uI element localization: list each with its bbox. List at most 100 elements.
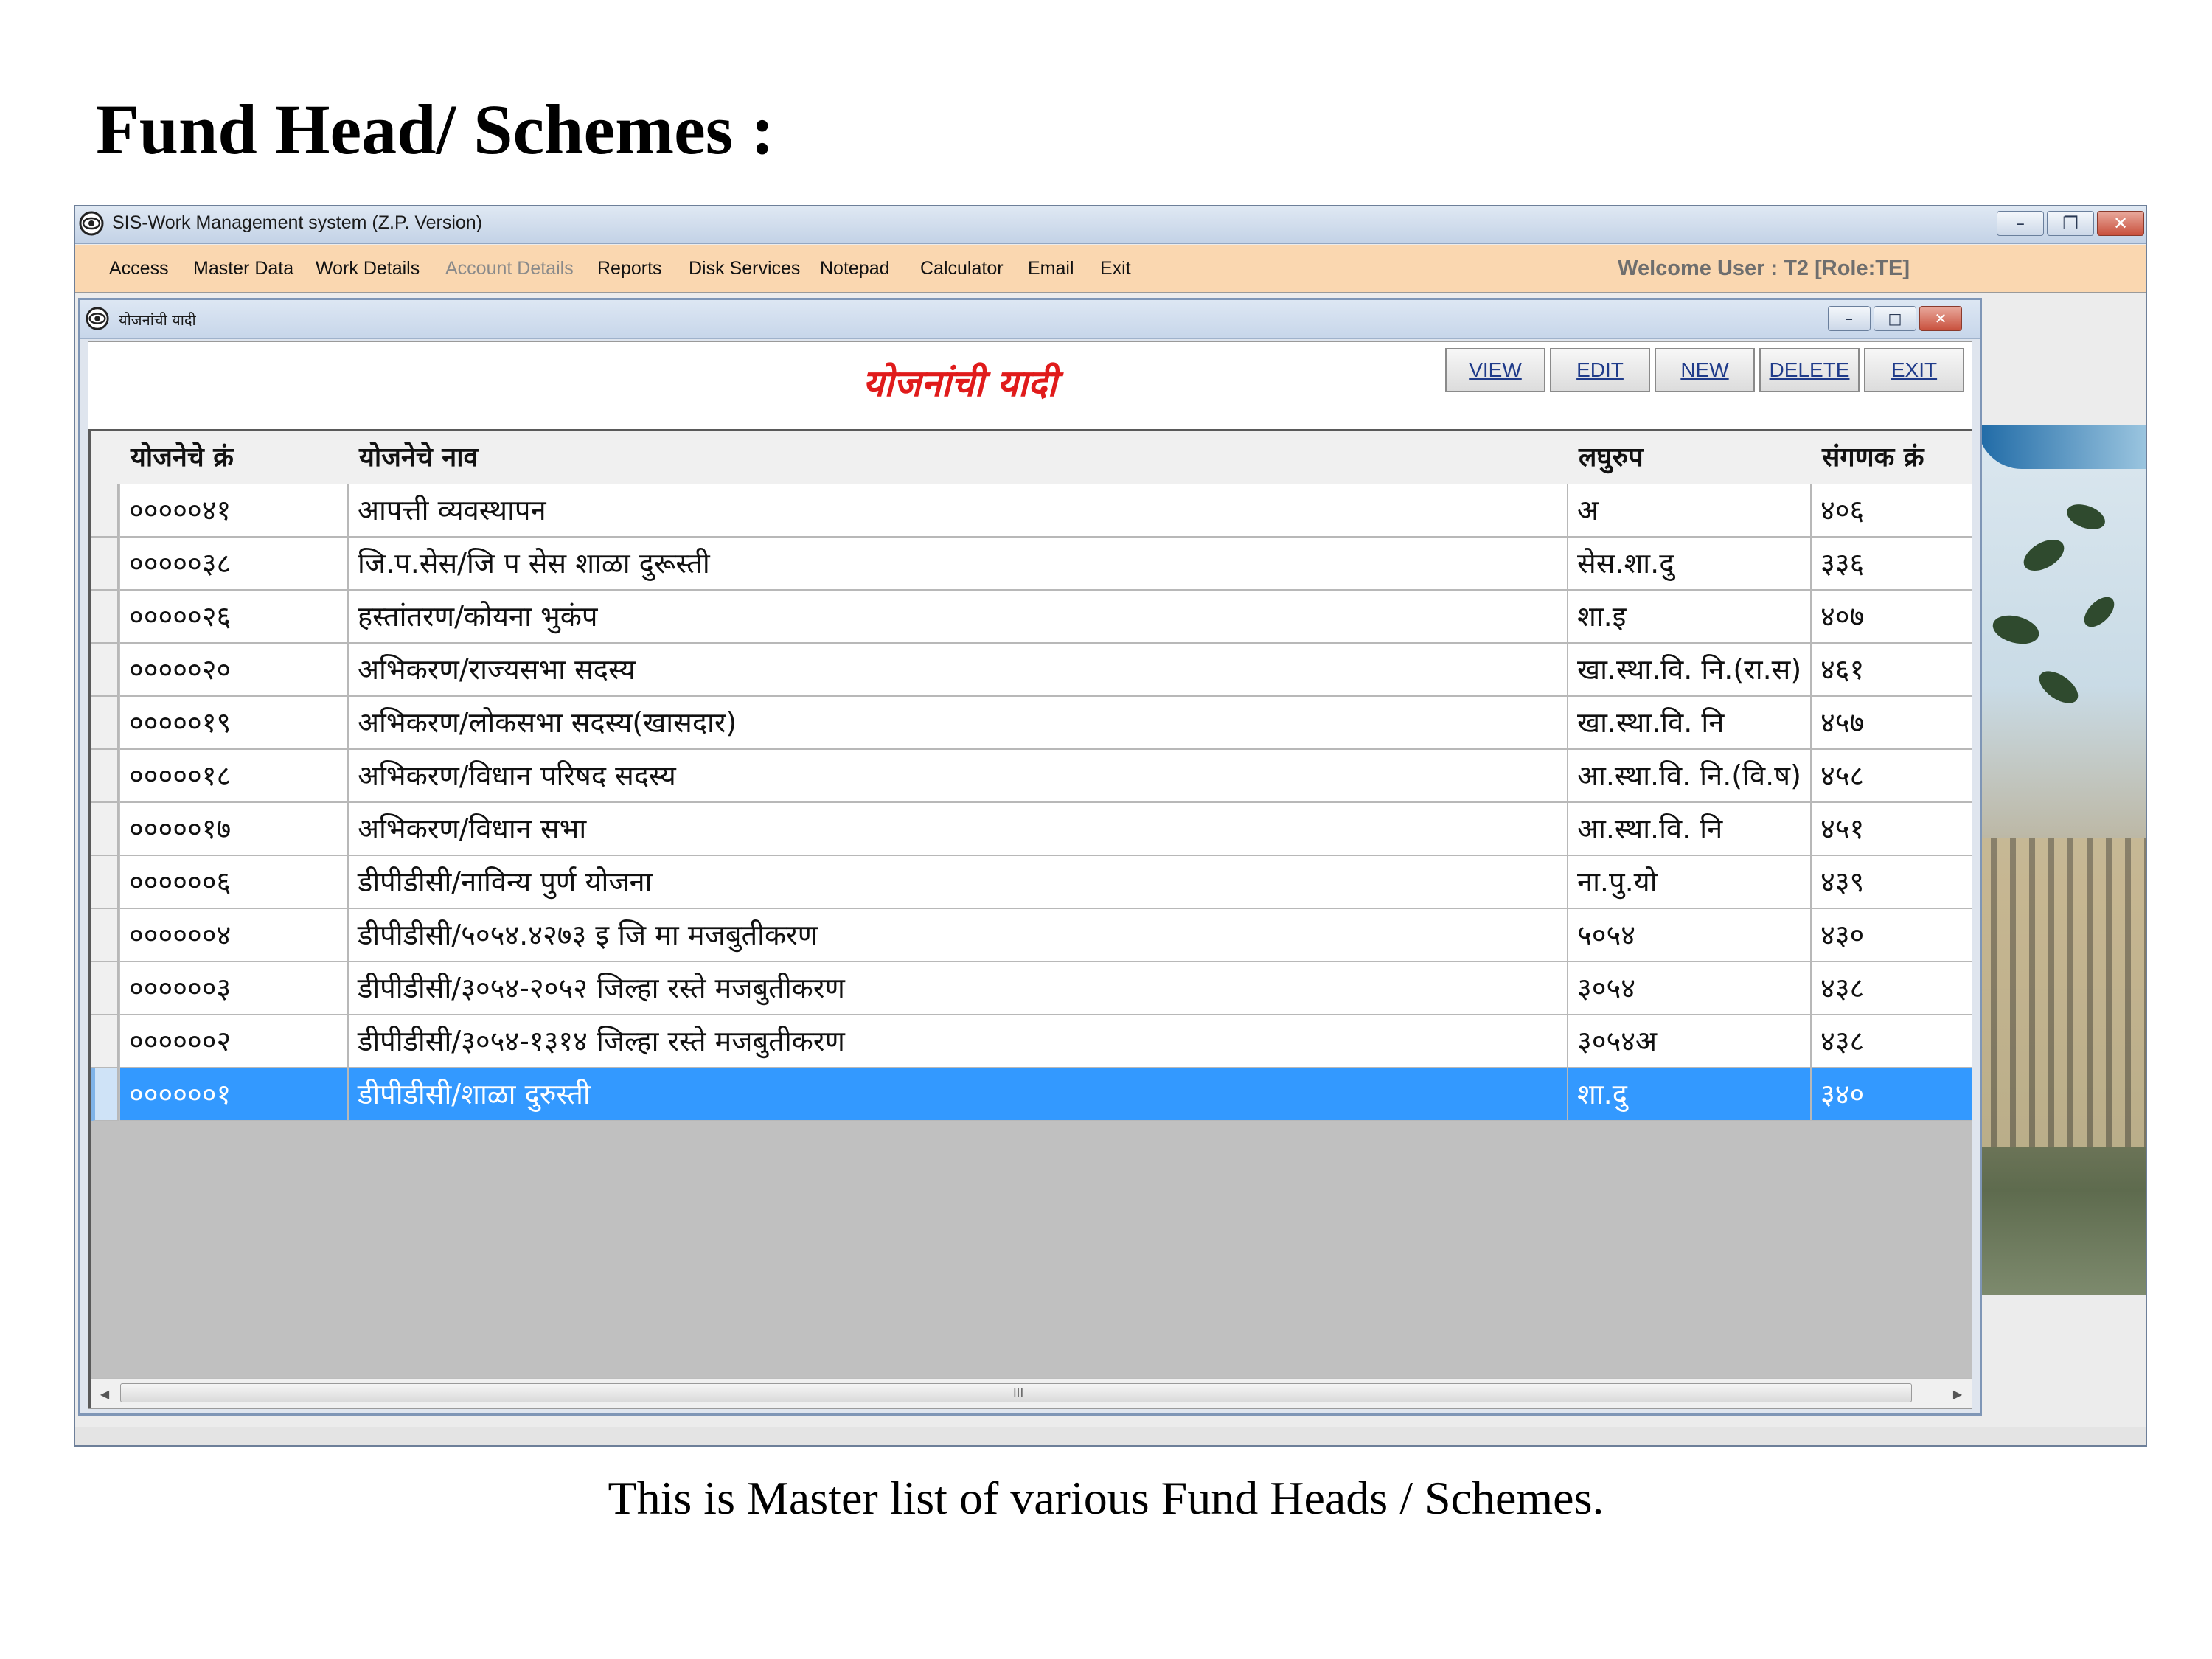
horizontal-scrollbar[interactable]: ◀ III ▶ bbox=[91, 1378, 1972, 1408]
row-selector[interactable] bbox=[91, 538, 119, 591]
cell-computer-no[interactable]: ४५१ bbox=[1812, 803, 1972, 856]
cell-name[interactable]: आपत्ती व्यवस्थापन bbox=[349, 484, 1568, 538]
new-button[interactable]: NEW bbox=[1655, 348, 1755, 392]
cell-computer-no[interactable]: ४३८ bbox=[1812, 1015, 1972, 1068]
scroll-right-icon[interactable]: ▶ bbox=[1944, 1379, 1972, 1408]
cell-computer-no[interactable]: ४६१ bbox=[1812, 644, 1972, 697]
table-row[interactable]: ००००००४ डीपीडीसी/५०५४.४२७३ इ जि मा मजबुती… bbox=[91, 909, 1972, 962]
cell-name[interactable]: डीपीडीसी/शाळा दुरुस्ती bbox=[349, 1068, 1568, 1121]
cell-code[interactable]: ०००००३८ bbox=[120, 538, 349, 591]
cell-computer-no[interactable]: ४५७ bbox=[1812, 697, 1972, 750]
cell-name[interactable]: अभिकरण/राज्यसभा सदस्य bbox=[349, 644, 1568, 697]
cell-name[interactable]: अभिकरण/लोकसभा सदस्य(खासदार) bbox=[349, 697, 1568, 750]
cell-short[interactable]: आ.स्था.वि. नि.(वि.ष) bbox=[1568, 750, 1812, 803]
exit-button[interactable]: EXIT bbox=[1864, 348, 1964, 392]
cell-name[interactable]: डीपीडीसी/३०५४-१३१४ जिल्हा रस्ते मजबुतीकर… bbox=[349, 1015, 1568, 1068]
menu-exit[interactable]: Exit bbox=[1100, 258, 1131, 279]
cell-code[interactable]: ०००००१७ bbox=[120, 803, 349, 856]
scroll-thumb[interactable]: III bbox=[120, 1383, 1912, 1402]
table-row[interactable]: ०००००३८ जि.प.सेस/जि प सेस शाळा दुरूस्ती से… bbox=[91, 538, 1972, 591]
cell-short[interactable]: खा.स्था.वि. नि.(रा.स) bbox=[1568, 644, 1812, 697]
cell-name[interactable]: अभिकरण/विधान परिषद सदस्य bbox=[349, 750, 1568, 803]
column-header-computer-no[interactable]: संगणक क्रं bbox=[1812, 431, 1972, 484]
child-maximize-button[interactable]: □ bbox=[1874, 306, 1916, 331]
cell-name[interactable]: डीपीडीसी/३०५४-२०५२ जिल्हा रस्ते मजबुतीकर… bbox=[349, 962, 1568, 1015]
cell-name[interactable]: डीपीडीसी/नाविन्य पुर्ण योजना bbox=[349, 856, 1568, 909]
table-row[interactable]: ०००००१८ अभिकरण/विधान परिषद सदस्य आ.स्था.वि… bbox=[91, 750, 1972, 803]
table-row[interactable]: ०००००२६ हस्तांतरण/कोयना भुकंप शा.इ ४०७ bbox=[91, 591, 1972, 644]
cell-computer-no[interactable]: ४३८ bbox=[1812, 962, 1972, 1015]
menu-email[interactable]: Email bbox=[1028, 258, 1074, 279]
cell-code[interactable]: ००००००२ bbox=[120, 1015, 349, 1068]
cell-code[interactable]: ०००००२६ bbox=[120, 591, 349, 644]
cell-code[interactable]: ००००००३ bbox=[120, 962, 349, 1015]
menu-disk-services[interactable]: Disk Services bbox=[689, 258, 800, 279]
app-titlebar[interactable]: SIS-Work Management system (Z.P. Version… bbox=[75, 206, 2146, 244]
menu-notepad[interactable]: Notepad bbox=[820, 258, 890, 279]
table-row[interactable]: ०००००१७ अभिकरण/विधान सभा आ.स्था.वि. नि ४५१ bbox=[91, 803, 1972, 856]
menu-calculator[interactable]: Calculator bbox=[920, 258, 1004, 279]
row-selector[interactable] bbox=[91, 697, 119, 750]
child-minimize-button[interactable]: – bbox=[1828, 306, 1871, 331]
cell-code[interactable]: ०००००१९ bbox=[120, 697, 349, 750]
cell-short[interactable]: ५०५४ bbox=[1568, 909, 1812, 962]
child-close-button[interactable]: ✕ bbox=[1919, 306, 1962, 331]
column-header-code[interactable]: योजनेचे क्रं bbox=[120, 431, 349, 484]
row-selector[interactable] bbox=[91, 856, 119, 909]
table-row[interactable]: ००००००२ डीपीडीसी/३०५४-१३१४ जिल्हा रस्ते म… bbox=[91, 1015, 1972, 1068]
cell-short[interactable]: ३०५४अ bbox=[1568, 1015, 1812, 1068]
cell-computer-no[interactable]: ३३६ bbox=[1812, 538, 1972, 591]
cell-computer-no[interactable]: ४०६ bbox=[1812, 484, 1972, 538]
cell-name[interactable]: डीपीडीसी/५०५४.४२७३ इ जि मा मजबुतीकरण bbox=[349, 909, 1568, 962]
cell-name[interactable]: जि.प.सेस/जि प सेस शाळा दुरूस्ती bbox=[349, 538, 1568, 591]
row-selector[interactable] bbox=[91, 750, 119, 803]
row-selector[interactable] bbox=[91, 909, 119, 962]
row-selector[interactable] bbox=[91, 644, 119, 697]
minimize-button[interactable]: – bbox=[1997, 211, 2044, 236]
view-button[interactable]: VIEW bbox=[1445, 348, 1545, 392]
table-row[interactable]: ०००००२० अभिकरण/राज्यसभा सदस्य खा.स्था.वि. … bbox=[91, 644, 1972, 697]
cell-short[interactable]: आ.स्था.वि. नि bbox=[1568, 803, 1812, 856]
cell-code[interactable]: ०००००४१ bbox=[120, 484, 349, 538]
restore-button[interactable]: ❐ bbox=[2047, 211, 2094, 236]
column-header-name[interactable]: योजनेचे नाव bbox=[349, 431, 1568, 484]
cell-short[interactable]: ३०५४ bbox=[1568, 962, 1812, 1015]
cell-code[interactable]: ००००००४ bbox=[120, 909, 349, 962]
delete-button[interactable]: DELETE bbox=[1759, 348, 1860, 392]
row-selector[interactable] bbox=[91, 484, 119, 538]
cell-short[interactable]: ना.पु.यो bbox=[1568, 856, 1812, 909]
edit-button[interactable]: EDIT bbox=[1550, 348, 1650, 392]
row-selector[interactable] bbox=[91, 1068, 119, 1121]
scroll-left-icon[interactable]: ◀ bbox=[91, 1379, 119, 1408]
menu-access[interactable]: Access bbox=[109, 258, 169, 279]
row-selector[interactable] bbox=[91, 962, 119, 1015]
cell-short[interactable]: अ bbox=[1568, 484, 1812, 538]
cell-short[interactable]: शा.दु bbox=[1568, 1068, 1812, 1121]
close-button[interactable]: ✕ bbox=[2097, 211, 2144, 236]
table-row[interactable]: ००००००१ डीपीडीसी/शाळा दुरुस्ती शा.दु ३४० bbox=[91, 1068, 1972, 1121]
table-row[interactable]: ००००००३ डीपीडीसी/३०५४-२०५२ जिल्हा रस्ते म… bbox=[91, 962, 1972, 1015]
cell-code[interactable]: ०००००१८ bbox=[120, 750, 349, 803]
cell-computer-no[interactable]: ४३० bbox=[1812, 909, 1972, 962]
menu-work-details[interactable]: Work Details bbox=[316, 258, 420, 279]
table-row[interactable]: ००००००६ डीपीडीसी/नाविन्य पुर्ण योजना ना.पु… bbox=[91, 856, 1972, 909]
cell-short[interactable]: शा.इ bbox=[1568, 591, 1812, 644]
cell-computer-no[interactable]: ४०७ bbox=[1812, 591, 1972, 644]
table-row[interactable]: ०००००१९ अभिकरण/लोकसभा सदस्य(खासदार) खा.स्थ… bbox=[91, 697, 1972, 750]
cell-code[interactable]: ००००००१ bbox=[120, 1068, 349, 1121]
scheme-grid[interactable]: योजनेचे क्रं योजनेचे नाव लघुरुप संगणक क्… bbox=[88, 429, 1972, 1408]
cell-name[interactable]: हस्तांतरण/कोयना भुकंप bbox=[349, 591, 1568, 644]
cell-short[interactable]: सेस.शा.दु bbox=[1568, 538, 1812, 591]
menu-reports[interactable]: Reports bbox=[597, 258, 662, 279]
cell-name[interactable]: अभिकरण/विधान सभा bbox=[349, 803, 1568, 856]
row-selector[interactable] bbox=[91, 803, 119, 856]
menu-master-data[interactable]: Master Data bbox=[193, 258, 293, 279]
cell-computer-no[interactable]: ४५८ bbox=[1812, 750, 1972, 803]
row-selector[interactable] bbox=[91, 1015, 119, 1068]
cell-code[interactable]: ००००००६ bbox=[120, 856, 349, 909]
row-selector[interactable] bbox=[91, 591, 119, 644]
column-header-short[interactable]: लघुरुप bbox=[1568, 431, 1812, 484]
child-titlebar[interactable]: योजनांची यादी – □ ✕ bbox=[80, 300, 1980, 339]
cell-computer-no[interactable]: ४३९ bbox=[1812, 856, 1972, 909]
table-row[interactable]: ०००००४१ आपत्ती व्यवस्थापन अ ४०६ bbox=[91, 484, 1972, 538]
